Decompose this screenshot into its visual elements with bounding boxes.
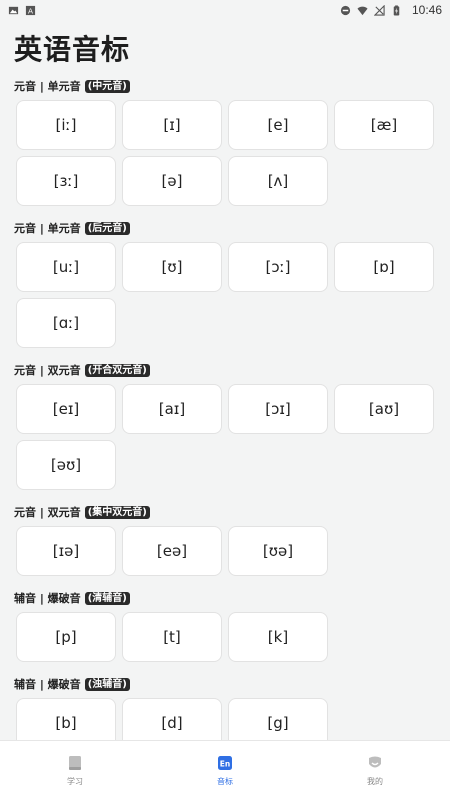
tab-label: 音标 — [217, 777, 233, 786]
symbol-grid: [uː] [ʊ] [ɔː] [ɒ] [ɑː] — [0, 242, 450, 348]
section-title: 辅音 | 爆破音 — [14, 678, 81, 691]
en-icon: En — [216, 754, 234, 772]
section-tag: (后元音) — [84, 221, 130, 235]
phonetic-symbol-button[interactable]: [d] — [122, 698, 222, 740]
svg-text:En: En — [220, 760, 230, 769]
phonetic-symbol-button[interactable]: [ɒ] — [334, 242, 434, 292]
phonetic-symbol-button[interactable]: [iː] — [16, 100, 116, 150]
section-header: 辅音 | 爆破音 (清辅音) — [0, 586, 450, 610]
symbol-grid: [ɪə] [eə] [ʊə] — [0, 526, 450, 576]
phonetic-list[interactable]: 元音 | 单元音 (中元音) [iː] [ɪ] [e] [æ] [ɜː] [ə] [ʌ] 元音 |… — [0, 74, 450, 740]
phonetic-symbol-button[interactable]: [ɔː] — [228, 242, 328, 292]
font-notification-icon: A — [25, 5, 36, 15]
phonetic-symbol-button[interactable]: [k] — [228, 612, 328, 662]
phonetic-symbol-button[interactable]: [ʌ] — [228, 156, 328, 206]
symbol-grid: [eɪ] [aɪ] [ɔɪ] [aʊ] [əʊ] — [0, 384, 450, 490]
phonetic-symbol-button[interactable]: [p] — [16, 612, 116, 662]
tab-label: 我的 — [367, 777, 383, 786]
phonetic-symbol-button[interactable]: [ʊ] — [122, 242, 222, 292]
phonetic-symbol-button[interactable]: [ə] — [122, 156, 222, 206]
phonetic-symbol-button[interactable]: [b] — [16, 698, 116, 740]
symbol-grid: [iː] [ɪ] [e] [æ] [ɜː] [ə] [ʌ] — [0, 100, 450, 206]
section-header: 元音 | 双元音 (开合双元音) — [0, 358, 450, 382]
phonetic-symbol-button[interactable]: [əʊ] — [16, 440, 116, 490]
bottom-tab-bar: 学习 En 音标 我的 — [0, 740, 450, 800]
section-tag: (集中双元音) — [84, 505, 150, 519]
phonetic-symbol-button[interactable]: [t] — [122, 612, 222, 662]
phonetic-symbol-button[interactable]: [aʊ] — [334, 384, 434, 434]
phonetic-symbol-button[interactable]: [ɑː] — [16, 298, 116, 348]
wifi-icon — [357, 6, 368, 15]
phonetic-symbol-button[interactable]: [eɪ] — [16, 384, 116, 434]
symbol-grid: [b] [d] [g] — [0, 698, 450, 740]
tab-profile[interactable]: 我的 — [315, 754, 435, 787]
section-header: 元音 | 双元音 (集中双元音) — [0, 500, 450, 524]
phonetic-symbol-button[interactable]: [uː] — [16, 242, 116, 292]
phonetic-symbol-button[interactable]: [æ] — [334, 100, 434, 150]
phonetic-symbol-button[interactable]: [ɔɪ] — [228, 384, 328, 434]
section-header: 元音 | 单元音 (中元音) — [0, 74, 450, 98]
section-title: 元音 | 双元音 — [14, 506, 81, 519]
tab-en[interactable]: En 音标 — [165, 754, 285, 787]
clock-time: 10:46 — [411, 3, 442, 17]
battery-icon — [393, 4, 400, 16]
phonetic-symbol-button[interactable]: [g] — [228, 698, 328, 740]
tab-label: 学习 — [67, 777, 83, 786]
profile-icon — [366, 754, 384, 772]
phonetic-symbol-button[interactable]: [e] — [228, 100, 328, 150]
section-tag: (开合双元音) — [84, 363, 150, 377]
image-notification-icon — [8, 6, 19, 14]
dnd-icon — [340, 5, 351, 15]
section-header: 辅音 | 爆破音 (浊辅音) — [0, 672, 450, 696]
no-signal-icon — [373, 4, 385, 16]
section-title: 元音 | 单元音 — [14, 222, 81, 235]
phonetic-section: 元音 | 双元音 (集中双元音) [ɪə] [eə] [ʊə] — [0, 500, 450, 576]
section-tag: (中元音) — [84, 79, 130, 93]
phonetic-symbol-button[interactable]: [ɪ] — [122, 100, 222, 150]
phonetic-section: 辅音 | 爆破音 (清辅音) [p] [t] [k] — [0, 586, 450, 662]
page-title: 英语音标 — [14, 33, 131, 66]
svg-text:A: A — [28, 6, 33, 15]
phonetic-symbol-button[interactable]: [aɪ] — [122, 384, 222, 434]
phonetic-section: 元音 | 单元音 (后元音) [uː] [ʊ] [ɔː] [ɒ] [ɑː] — [0, 216, 450, 348]
phonetic-symbol-button[interactable]: [ɪə] — [16, 526, 116, 576]
symbol-grid: [p] [t] [k] — [0, 612, 450, 662]
section-title: 元音 | 双元音 — [14, 364, 81, 377]
phonetic-symbol-button[interactable]: [ɜː] — [16, 156, 116, 206]
section-tag: (清辅音) — [84, 591, 130, 605]
section-title: 元音 | 单元音 — [14, 80, 81, 93]
phonetic-section: 元音 | 单元音 (中元音) [iː] [ɪ] [e] [æ] [ɜː] [ə] [ʌ] — [0, 74, 450, 206]
section-tag: (浊辅音) — [84, 677, 130, 691]
status-bar: A 10:46 — [0, 0, 450, 20]
tab-book[interactable]: 学习 — [15, 754, 135, 787]
phonetic-symbol-button[interactable]: [ʊə] — [228, 526, 328, 576]
book-icon — [66, 754, 84, 772]
phonetic-section: 辅音 | 爆破音 (浊辅音) [b] [d] [g] — [0, 672, 450, 740]
phonetic-section: 元音 | 双元音 (开合双元音) [eɪ] [aɪ] [ɔɪ] [aʊ] [əʊ] — [0, 358, 450, 490]
section-header: 元音 | 单元音 (后元音) — [0, 216, 450, 240]
phonetic-symbol-button[interactable]: [eə] — [122, 526, 222, 576]
section-title: 辅音 | 爆破音 — [14, 592, 81, 605]
